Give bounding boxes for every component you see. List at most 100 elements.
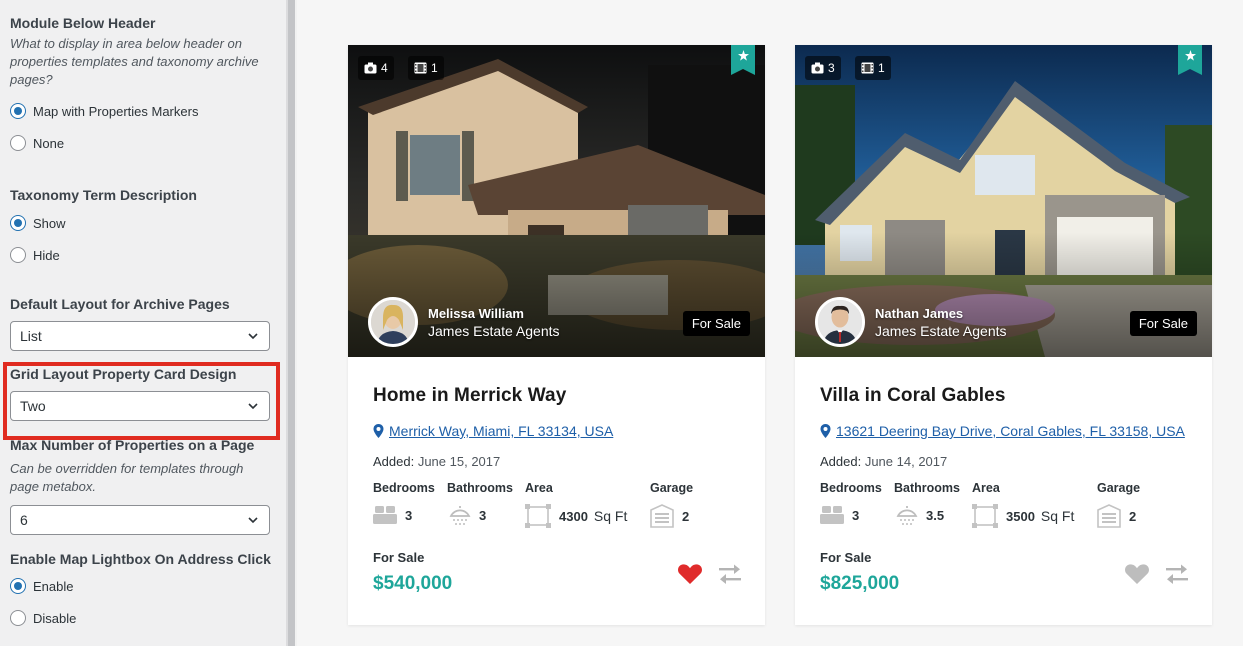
added-date: Added: June 15, 2017 xyxy=(373,454,500,469)
radio-enable[interactable]: Enable xyxy=(10,576,272,596)
area-icon xyxy=(525,504,551,528)
property-photo[interactable]: 4 1 Melissa William James Estate Agents … xyxy=(348,45,765,357)
radio-unchecked-icon[interactable] xyxy=(10,247,26,263)
radio-label: None xyxy=(33,135,65,151)
property-price: $825,000 xyxy=(820,573,900,594)
favorite-heart-icon[interactable] xyxy=(677,563,703,585)
map-pin-icon xyxy=(373,424,384,438)
agent-avatar[interactable] xyxy=(368,297,418,347)
property-title[interactable]: Home in Merrick Way xyxy=(373,385,566,407)
agent-company: James Estate Agents xyxy=(428,322,560,339)
property-address-link[interactable]: Merrick Way, Miami, FL 33134, USA xyxy=(373,423,613,439)
agent-info[interactable]: Nathan James James Estate Agents xyxy=(815,297,1007,347)
radio-show[interactable]: Show xyxy=(10,213,272,233)
property-photo[interactable]: 3 1 Nathan James James Estate Agents For… xyxy=(795,45,1212,357)
property-status: For Sale xyxy=(820,550,872,565)
chevron-down-icon xyxy=(248,517,258,524)
radio-label: Hide xyxy=(33,247,60,263)
meta-value: 2 xyxy=(682,508,690,524)
radio-label: Enable xyxy=(33,578,74,594)
radio-hide[interactable]: Hide xyxy=(10,245,272,265)
photo-count-badge: 3 xyxy=(805,56,841,80)
radio-label: Map with Properties Markers xyxy=(33,103,199,119)
camera-icon xyxy=(364,62,377,74)
agent-name[interactable]: Melissa William xyxy=(428,305,560,322)
max-properties-select[interactable]: 6 xyxy=(10,505,270,535)
address-text[interactable]: 13621 Deering Bay Drive, Coral Gables, F… xyxy=(836,423,1185,439)
meta-bathrooms: Bathrooms 3 xyxy=(447,481,513,526)
meta-label: Garage xyxy=(650,481,694,495)
property-status: For Sale xyxy=(373,550,425,565)
property-title[interactable]: Villa in Coral Gables xyxy=(820,385,1006,407)
shower-icon xyxy=(449,506,471,525)
film-icon xyxy=(414,62,427,74)
radio-unchecked-icon[interactable] xyxy=(10,610,26,626)
added-date: Added: June 14, 2017 xyxy=(820,454,947,469)
star-icon xyxy=(1184,50,1196,61)
radio-map-with-markers[interactable]: Map with Properties Markers xyxy=(10,101,272,121)
photo-count: 3 xyxy=(828,61,835,75)
meta-label: Bathrooms xyxy=(894,481,960,495)
meta-label: Garage xyxy=(1097,481,1141,495)
meta-value: 2 xyxy=(1129,508,1137,524)
meta-label: Area xyxy=(525,481,553,495)
photo-count-badge: 4 xyxy=(358,56,394,80)
card-actions xyxy=(677,563,743,585)
property-price: $540,000 xyxy=(373,573,453,594)
address-text[interactable]: Merrick Way, Miami, FL 33134, USA xyxy=(389,423,613,439)
meta-value: 3 xyxy=(479,507,487,523)
setting-description: Can be overridden for templates through … xyxy=(10,461,244,494)
compare-arrows-icon[interactable] xyxy=(1164,563,1190,585)
bed-icon xyxy=(373,506,397,524)
setting-map-lightbox: Enable Map Lightbox On Address Click Ena… xyxy=(10,550,272,628)
shower-icon xyxy=(896,506,918,525)
photo-count: 4 xyxy=(381,61,388,75)
agent-avatar-image xyxy=(818,300,862,344)
area-unit: Sq Ft xyxy=(593,508,628,524)
agent-info[interactable]: Melissa William James Estate Agents xyxy=(368,297,560,347)
radio-disable[interactable]: Disable xyxy=(10,608,272,628)
status-badge: For Sale xyxy=(1129,311,1197,336)
video-count: 1 xyxy=(431,61,438,75)
compare-arrows-icon[interactable] xyxy=(717,563,743,585)
status-badge: For Sale xyxy=(682,311,750,336)
setting-taxonomy-description: Taxonomy Term Description Show Hide xyxy=(10,186,272,265)
added-value: June 15, 2017 xyxy=(417,454,501,469)
film-icon xyxy=(861,62,874,74)
agent-avatar[interactable] xyxy=(815,297,865,347)
area-unit: Sq Ft xyxy=(1040,508,1075,524)
meta-value: 3500 xyxy=(1006,508,1035,524)
added-label: Added: xyxy=(820,454,862,469)
property-meta: Bedrooms 3 Bathrooms 3 Area 4300 Sq Ft G… xyxy=(373,481,743,541)
area-icon xyxy=(972,504,998,528)
radio-checked-icon[interactable] xyxy=(10,578,26,594)
setting-title: Taxonomy Term Description xyxy=(10,187,197,203)
radio-checked-icon[interactable] xyxy=(10,215,26,231)
agent-name[interactable]: Nathan James xyxy=(875,305,1007,322)
meta-value: 3 xyxy=(405,507,413,523)
meta-bedrooms: Bedrooms 3 xyxy=(820,481,882,526)
meta-value: 4300 xyxy=(559,508,588,524)
panel-divider[interactable] xyxy=(286,0,295,646)
agent-avatar-image xyxy=(371,300,415,344)
agent-company: James Estate Agents xyxy=(875,322,1007,339)
setting-title: Module Below Header xyxy=(10,15,156,31)
camera-icon xyxy=(811,62,824,74)
card-actions xyxy=(1124,563,1190,585)
meta-garage: Garage 2 xyxy=(1097,481,1140,528)
favorite-heart-icon[interactable] xyxy=(1124,563,1150,585)
meta-label: Bathrooms xyxy=(447,481,513,495)
setting-default-layout: Default Layout for Archive Pages List xyxy=(10,295,272,351)
default-layout-select[interactable]: List xyxy=(10,321,270,351)
radio-checked-icon[interactable] xyxy=(10,103,26,119)
garage-icon xyxy=(650,504,674,528)
meta-garage: Garage 2 xyxy=(650,481,693,528)
property-address-link[interactable]: 13621 Deering Bay Drive, Coral Gables, F… xyxy=(820,423,1185,439)
radio-none[interactable]: None xyxy=(10,133,272,153)
meta-bedrooms: Bedrooms 3 xyxy=(373,481,435,526)
meta-value: 3.5 xyxy=(926,507,945,523)
property-grid: 4 1 Melissa William James Estate Agents … xyxy=(297,0,1243,646)
radio-unchecked-icon[interactable] xyxy=(10,135,26,151)
meta-value: 3 xyxy=(852,507,860,523)
garage-icon xyxy=(1097,504,1121,528)
